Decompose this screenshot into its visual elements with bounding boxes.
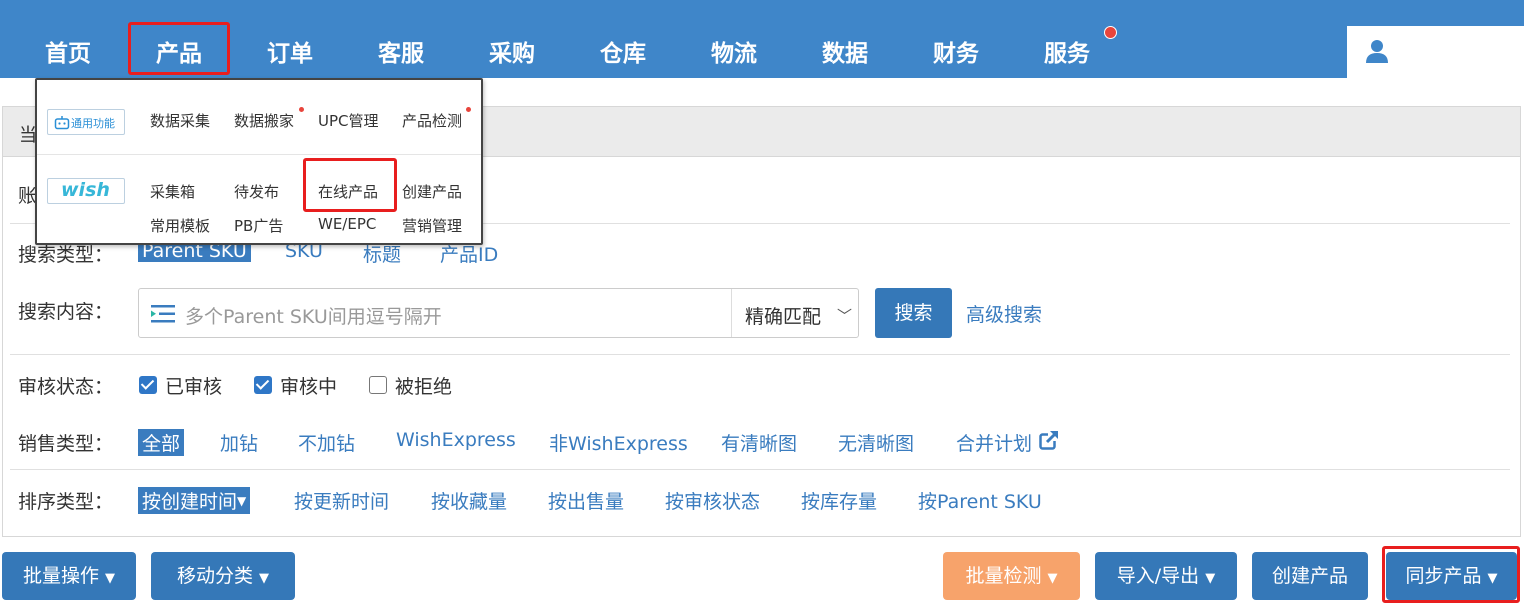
sales-type-no-diamond[interactable]: 不加钻	[298, 429, 355, 456]
top-nav-bar: 首页 产品 订单 客服 采购 仓库 物流 数据 财务 服务	[0, 0, 1524, 78]
nav-item-warehouse[interactable]: 仓库	[600, 34, 646, 68]
sales-type-clear-image[interactable]: 有清晰图	[721, 429, 797, 456]
sort-by-create-time-label: 按创建时间	[142, 491, 238, 513]
search-button[interactable]: 搜索	[875, 288, 952, 338]
nav-item-finance[interactable]: 财务	[933, 34, 979, 68]
checkbox-rejected-label[interactable]: 被拒绝	[395, 372, 452, 399]
sales-type-diamond[interactable]: 加钻	[220, 429, 258, 456]
checkbox-reviewing-label[interactable]: 审核中	[280, 372, 337, 399]
nav-item-data[interactable]: 数据	[822, 34, 868, 68]
sort-by-update-time[interactable]: 按更新时间	[294, 487, 389, 514]
match-mode-select[interactable]: 精确匹配	[745, 302, 821, 329]
advanced-search-link[interactable]: 高级搜索	[966, 300, 1042, 327]
sales-type-label: 销售类型：	[18, 433, 114, 455]
checkbox-reviewing[interactable]	[254, 376, 272, 394]
dropdown-divider	[37, 154, 481, 155]
external-link-icon[interactable]	[1039, 430, 1059, 450]
nav-item-orders[interactable]: 订单	[267, 34, 313, 68]
batch-operations-label: 批量操作	[22, 565, 99, 587]
import-export-label: 导入/导出	[1116, 565, 1200, 587]
menu-create-product[interactable]: 创建产品	[402, 181, 462, 202]
general-functions-tag: 通用功能	[47, 109, 125, 135]
sort-by-review-status[interactable]: 按审核状态	[665, 487, 760, 514]
sales-type-no-clear-image[interactable]: 无清晰图	[838, 429, 914, 456]
sort-by-sales[interactable]: 按出售量	[548, 487, 624, 514]
divider	[10, 469, 1510, 470]
nav-item-home[interactable]: 首页	[45, 34, 91, 68]
nav-item-services[interactable]: 服务	[1044, 34, 1090, 68]
search-content-label: 搜索内容：	[18, 301, 114, 323]
menu-collection-box[interactable]: 采集箱	[150, 181, 195, 202]
wish-logo: wish	[61, 179, 110, 201]
online-products-highlight	[303, 158, 397, 212]
menu-we-epc[interactable]: WE/EPC	[318, 215, 376, 233]
import-export-button[interactable]: 导入/导出 ▼	[1095, 552, 1237, 600]
sales-type-non-wishexpress[interactable]: 非WishExpress	[549, 429, 688, 456]
user-icon	[1366, 40, 1388, 63]
batch-check-label: 批量检测	[965, 565, 1042, 587]
menu-upc-management[interactable]: UPC管理	[318, 110, 379, 131]
create-product-button[interactable]: 创建产品	[1252, 552, 1368, 600]
checkbox-rejected[interactable]	[369, 376, 387, 394]
divider	[10, 354, 1510, 355]
caret-down-icon: ▼	[259, 571, 270, 586]
sort-type-label: 排序类型：	[18, 491, 114, 513]
services-notification-dot	[1104, 26, 1117, 39]
nav-products-highlight	[128, 22, 230, 75]
user-menu[interactable]	[1347, 26, 1524, 78]
sort-by-stock[interactable]: 按库存量	[801, 487, 877, 514]
sync-product-highlight	[1382, 546, 1520, 603]
move-category-label: 移动分类	[176, 565, 253, 587]
batch-check-button[interactable]: 批量检测 ▼	[943, 552, 1080, 600]
caret-down-icon: ▼	[1205, 571, 1216, 586]
chevron-down-icon[interactable]: ﹀	[837, 305, 852, 326]
menu-pb-ads[interactable]: PB广告	[234, 215, 283, 236]
checkbox-reviewed-label[interactable]: 已审核	[165, 372, 222, 399]
menu-pending-publish[interactable]: 待发布	[234, 181, 279, 202]
search-divider	[731, 289, 732, 337]
product-check-dot	[466, 107, 471, 112]
caret-down-icon: ▼	[1047, 571, 1058, 586]
menu-data-collection[interactable]: 数据采集	[150, 110, 210, 131]
nav-item-logistics[interactable]: 物流	[711, 34, 757, 68]
robot-icon	[54, 116, 70, 130]
nav-item-customer-service[interactable]: 客服	[378, 34, 424, 68]
menu-product-check[interactable]: 产品检测	[402, 110, 462, 131]
wish-tag: wish	[47, 178, 125, 204]
data-migration-dot	[299, 107, 304, 112]
search-placeholder: 多个Parent SKU间用逗号隔开	[185, 306, 442, 328]
batch-operations-button[interactable]: 批量操作 ▼	[2, 552, 136, 600]
products-dropdown-menu: 通用功能 数据采集 数据搬家 UPC管理 产品检测 wish 采集箱 待发布 在…	[35, 78, 483, 245]
checkbox-reviewed[interactable]	[139, 376, 157, 394]
caret-down-icon: ▼	[105, 571, 116, 586]
general-functions-label: 通用功能	[71, 117, 115, 130]
search-input[interactable]: 多个Parent SKU间用逗号隔开 精确匹配 ﹀	[138, 288, 859, 338]
menu-marketing-management[interactable]: 营销管理	[402, 215, 462, 236]
sales-type-wishexpress[interactable]: WishExpress	[396, 429, 516, 451]
menu-common-templates[interactable]: 常用模板	[150, 215, 210, 236]
menu-data-migration[interactable]: 数据搬家	[234, 110, 294, 131]
move-category-button[interactable]: 移动分类 ▼	[151, 552, 295, 600]
sort-by-favorites[interactable]: 按收藏量	[431, 487, 507, 514]
caret-down-icon: ▼	[237, 494, 247, 508]
sales-type-merge-plan[interactable]: 合并计划	[956, 429, 1032, 456]
sort-by-parent-sku[interactable]: 按Parent SKU	[918, 487, 1042, 514]
review-status-label: 审核状态：	[18, 376, 114, 398]
nav-item-purchasing[interactable]: 采购	[489, 34, 535, 68]
sales-type-all[interactable]: 全部	[138, 429, 185, 456]
list-icon	[151, 305, 175, 323]
sort-by-create-time[interactable]: 按创建时间▼	[138, 487, 251, 514]
